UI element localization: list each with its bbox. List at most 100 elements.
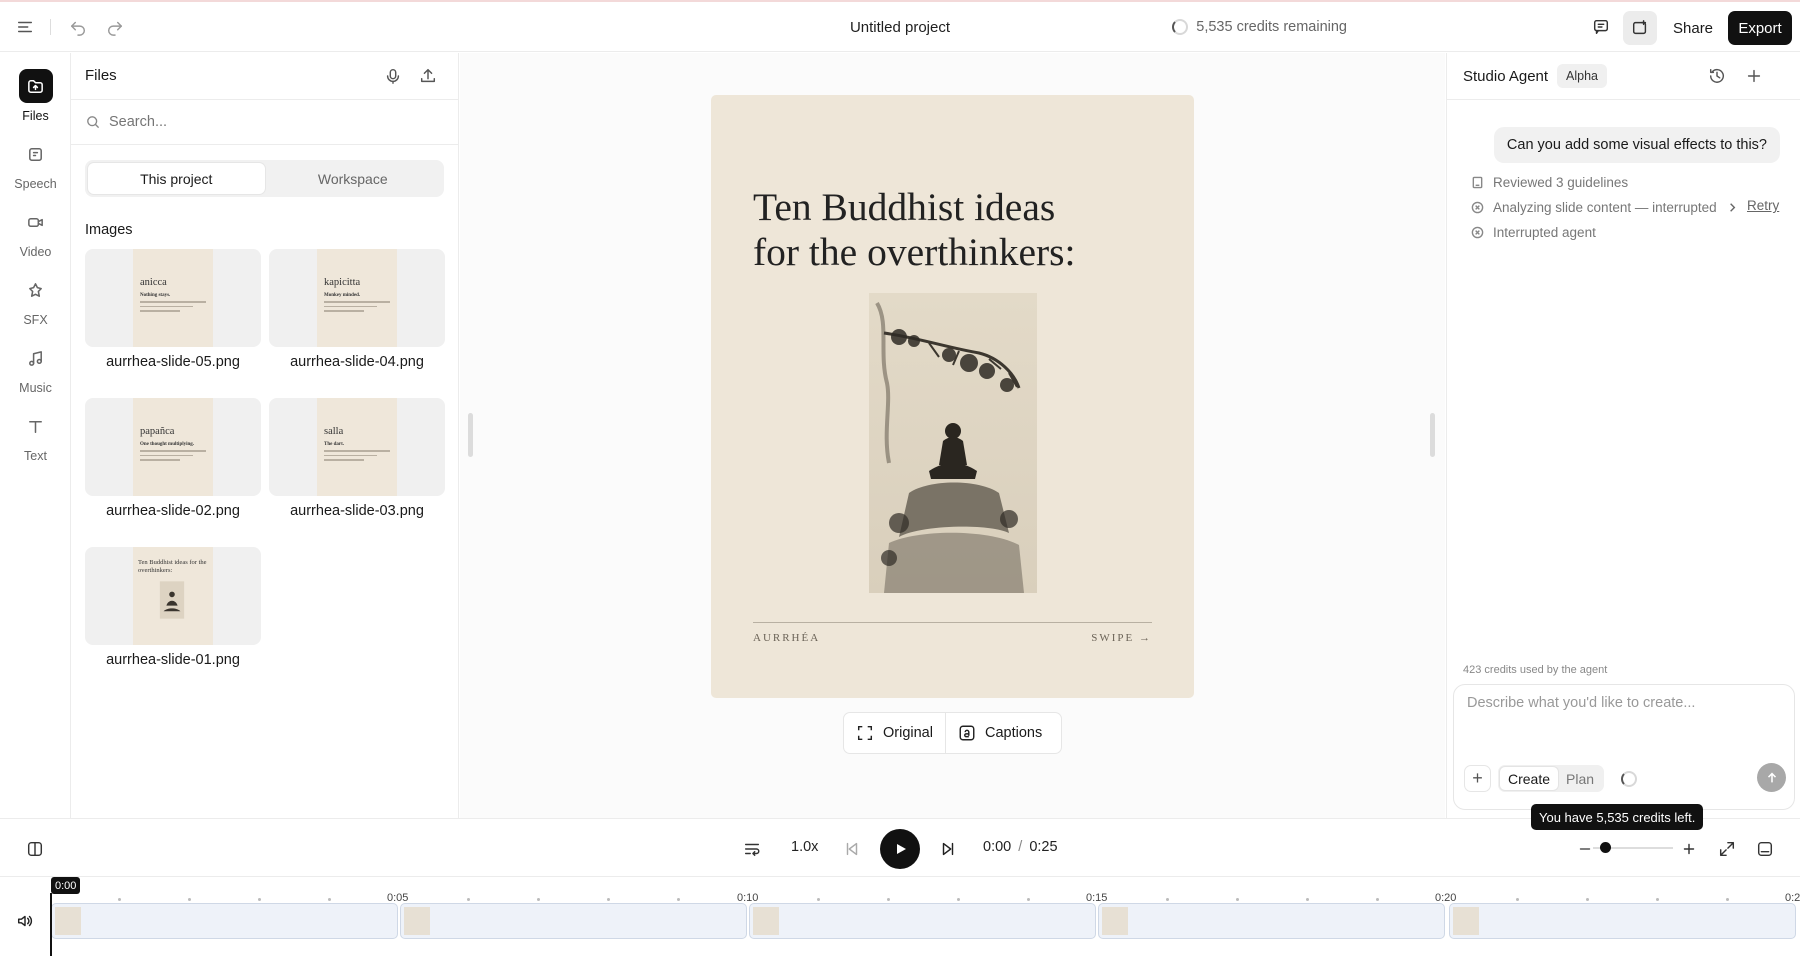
attach-plus-icon[interactable]: + — [1464, 765, 1491, 792]
x-circle-icon — [1471, 226, 1484, 239]
agent-step: Analyzing slide content — interrupted — [1471, 200, 1739, 215]
share-button[interactable]: Share — [1661, 11, 1725, 45]
image-tile[interactable]: Ten Buddhist ideas for the overthinkers:… — [85, 547, 261, 668]
mode-plan[interactable]: Plan — [1558, 767, 1602, 790]
slide-title-line: Ten Buddhist ideas — [753, 185, 1056, 229]
rail-item-speech[interactable]: Speech — [0, 137, 71, 191]
rail-item-text[interactable]: Text — [0, 409, 71, 463]
new-chat-plus-icon[interactable] — [1743, 65, 1765, 87]
search-bar — [71, 99, 458, 145]
view-mode-buttons: Original Captions — [843, 712, 1062, 754]
time-current: 0:00 — [983, 839, 1012, 855]
comment-icon[interactable] — [1590, 16, 1612, 38]
rail-label: Speech — [14, 177, 57, 191]
slide-divider — [753, 622, 1152, 623]
thumb-sub: Nothing stays. — [140, 293, 171, 298]
tab-workspace[interactable]: Workspace — [265, 163, 442, 194]
agent-prompt-input[interactable] — [1467, 695, 1782, 735]
arrow-up-icon — [1767, 772, 1776, 782]
chevron-right-icon[interactable] — [1726, 201, 1739, 214]
composer-spinner-icon — [1621, 771, 1637, 787]
alpha-badge: Alpha — [1557, 64, 1607, 88]
credits-tooltip: You have 5,535 credits left. — [1531, 804, 1704, 830]
playhead-time: 0:00 — [51, 877, 81, 894]
microphone-icon[interactable] — [382, 65, 404, 87]
timeline-clip[interactable] — [749, 903, 1096, 939]
search-icon — [87, 116, 100, 129]
image-filename: aurrhea-slide-01.png — [106, 652, 240, 668]
divider — [50, 19, 51, 35]
image-tile[interactable]: anicca Nothing stays. aurrhea-slide-05.pn… — [85, 249, 261, 370]
menu-icon[interactable] — [14, 16, 36, 38]
redo-icon[interactable] — [104, 16, 126, 38]
timeline-clip[interactable] — [1449, 903, 1796, 939]
rail-item-music[interactable]: Music — [0, 341, 71, 395]
fullscreen-icon[interactable] — [1716, 838, 1738, 860]
agent-step-text: Interrupted agent — [1493, 225, 1596, 240]
image-tile[interactable]: papañca One thought multiplying. aurrhea-… — [85, 398, 261, 519]
agent-step: Interrupted agent — [1471, 225, 1596, 240]
rail-item-files[interactable]: Files — [0, 69, 71, 123]
right-resize-handle[interactable] — [1430, 413, 1435, 457]
captions-label: Captions — [984, 725, 1043, 741]
mode-create[interactable]: Create — [1500, 767, 1559, 790]
history-icon[interactable] — [1706, 65, 1728, 87]
agent-toggle-icon[interactable] — [1623, 11, 1657, 45]
playhead[interactable] — [50, 893, 52, 956]
zoom-in-icon[interactable] — [1679, 838, 1699, 860]
folder-upload-icon — [18, 69, 53, 103]
rail-label: Video — [19, 245, 52, 259]
tab-this-project[interactable]: This project — [88, 163, 265, 194]
slide-preview[interactable]: Ten Buddhist ideas for the overthinkers:… — [711, 95, 1194, 698]
original-button[interactable]: Original — [844, 713, 945, 753]
timeline-clip[interactable] — [1098, 903, 1445, 939]
image-thumbnail: kapicitta Monkey minded. — [269, 249, 445, 347]
slide-footer-brand: AURRHÉA — [753, 632, 821, 644]
thumb-sub: The dart. — [324, 442, 344, 447]
rail-label: Music — [19, 381, 52, 395]
captions-panel-icon[interactable] — [1754, 838, 1776, 860]
agent-title: Studio Agent — [1463, 68, 1549, 85]
project-title[interactable]: Untitled project — [0, 19, 1800, 36]
undo-icon[interactable] — [67, 16, 89, 38]
thumb-word: salla — [324, 426, 344, 437]
play-button[interactable] — [880, 829, 920, 869]
skip-back-icon[interactable] — [841, 838, 863, 860]
volume-icon[interactable] — [16, 912, 34, 930]
playback-speed[interactable]: 1.0x — [791, 839, 818, 855]
zoom-slider-knob[interactable] — [1599, 842, 1611, 853]
credits-indicator: 5,535 credits remaining — [1172, 19, 1347, 35]
image-filename: aurrhea-slide-03.png — [290, 503, 424, 519]
search-input[interactable] — [109, 114, 429, 130]
captions-button[interactable]: Captions — [946, 713, 1054, 753]
slide-title-line: for the overthinkers: — [753, 230, 1076, 274]
timeline-clip[interactable] — [400, 903, 747, 939]
timeline-clip[interactable] — [51, 903, 398, 939]
image-tile[interactable]: kapicitta Monkey minded. aurrhea-slide-04… — [269, 249, 445, 370]
send-button[interactable] — [1757, 763, 1786, 792]
image-thumbnail: papañca One thought multiplying. — [85, 398, 261, 496]
agent-composer: + Create Plan — [1453, 684, 1795, 810]
studio-agent-panel: Studio Agent Alpha Can you add some visu… — [1446, 53, 1800, 818]
image-thumbnail: salla The dart. — [269, 398, 445, 496]
agent-step-text: Reviewed 3 guidelines — [1493, 175, 1629, 190]
agent-mode-toggle: Create Plan — [1498, 765, 1605, 792]
left-resize-handle[interactable] — [468, 413, 473, 457]
split-view-icon[interactable] — [24, 838, 46, 860]
export-button[interactable]: Export — [1728, 11, 1792, 45]
image-filename: aurrhea-slide-05.png — [106, 354, 240, 370]
skip-forward-icon[interactable] — [937, 838, 959, 860]
image-thumbnail: Ten Buddhist ideas for the overthinkers: — [85, 547, 261, 645]
top-bar: Untitled project 5,535 credits remaining… — [0, 0, 1800, 52]
time-separator: / — [1018, 839, 1023, 855]
rail-label: SFX — [23, 313, 48, 327]
image-tile[interactable]: salla The dart. aurrhea-slide-03.png — [269, 398, 445, 519]
upload-icon[interactable] — [417, 65, 439, 87]
image-filename: aurrhea-slide-02.png — [106, 503, 240, 519]
retry-link[interactable]: Retry — [1747, 198, 1779, 213]
rail-item-sfx[interactable]: SFX — [0, 273, 71, 327]
rail-item-video[interactable]: Video — [0, 205, 71, 259]
zoom-out-icon[interactable] — [1575, 838, 1595, 860]
loop-icon[interactable] — [741, 838, 763, 860]
time-display: 0:00 / 0:25 — [983, 839, 1058, 855]
